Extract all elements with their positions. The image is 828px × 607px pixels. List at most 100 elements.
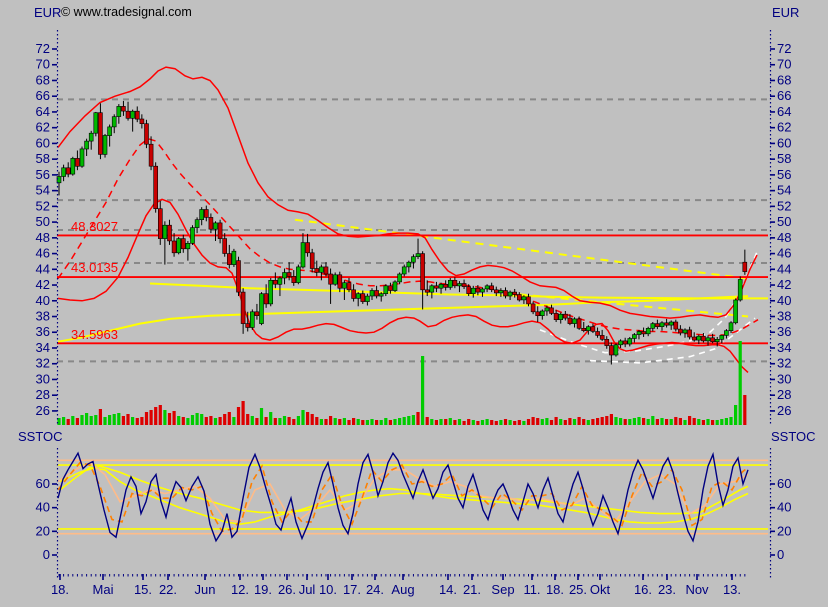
candle: [145, 124, 149, 145]
axis-label: 40: [777, 293, 791, 308]
volume-bar: [389, 420, 392, 425]
volume-bar: [711, 420, 714, 425]
candle: [301, 243, 305, 267]
axis-label: Nov: [685, 582, 709, 597]
volume-bar: [481, 420, 484, 425]
volume-bar: [637, 417, 640, 425]
volume-bar: [458, 419, 461, 425]
axis-label: 48: [36, 230, 50, 245]
volume-bar: [407, 416, 410, 425]
volume-bar: [366, 420, 369, 425]
candle: [678, 329, 682, 333]
candle: [471, 288, 475, 294]
axis-label: 23.: [658, 582, 676, 597]
volume-bar: [301, 410, 304, 425]
axis-label: 0: [777, 547, 784, 562]
volume-bar: [191, 415, 194, 425]
axis-label: 0: [43, 547, 50, 562]
axis-label: 58: [777, 151, 791, 166]
volume-bar: [522, 421, 525, 425]
candle: [458, 284, 462, 286]
price-level-label-2: 43.0135: [71, 261, 118, 274]
axis-label: 60: [36, 135, 50, 150]
indicator-label-right: SSTOC: [771, 430, 816, 443]
candle: [62, 168, 66, 177]
candle: [688, 330, 692, 337]
candle: [71, 158, 75, 174]
candle: [531, 304, 535, 312]
volume-bar: [260, 408, 263, 425]
candle: [218, 223, 222, 239]
volume-bar: [545, 418, 548, 425]
candle: [246, 324, 250, 328]
volume-bar: [219, 417, 222, 425]
candle: [508, 292, 512, 296]
volume-bar: [729, 417, 732, 425]
volume-bar: [163, 410, 166, 425]
volume-bar: [76, 418, 79, 425]
indicator-label-left: SSTOC: [18, 430, 63, 443]
candle: [306, 243, 310, 253]
axis-label: 12.: [231, 582, 249, 597]
candle: [425, 290, 429, 292]
volume-bar: [62, 417, 65, 425]
volume-bar: [628, 419, 631, 425]
candle: [550, 308, 554, 314]
y-axis-right: 2628303234363840424446485052545658606264…: [770, 30, 791, 578]
axis-label: 52: [36, 198, 50, 213]
volume-bar: [90, 416, 93, 425]
axis-label: 32: [36, 356, 50, 371]
axis-label: 20: [777, 523, 791, 538]
volume-bar: [463, 421, 466, 425]
axis-label: 50: [36, 214, 50, 229]
candle: [701, 336, 705, 341]
volume-bar: [435, 420, 438, 425]
axis-label: 58: [36, 151, 50, 166]
axis-label: 38: [36, 309, 50, 324]
volume-bar: [403, 417, 406, 425]
axis-label: 34: [777, 340, 791, 355]
candle: [191, 228, 195, 244]
volume-bar: [347, 420, 350, 425]
volume-bar: [145, 412, 148, 425]
volume-bar: [527, 419, 530, 425]
volume-bar: [352, 418, 355, 425]
candle: [706, 338, 710, 341]
candle: [177, 239, 181, 253]
candle: [260, 294, 264, 324]
volume-bar: [591, 419, 594, 425]
candle: [232, 251, 236, 264]
volume-bar: [71, 416, 74, 425]
axis-label: 70: [777, 57, 791, 72]
volume-bar: [439, 419, 442, 425]
volume-bar: [504, 419, 507, 425]
candle: [379, 294, 383, 296]
volume-bar: [237, 407, 240, 425]
candle: [655, 324, 659, 327]
volume-bar: [416, 412, 419, 425]
candle: [388, 286, 392, 291]
candle: [264, 294, 268, 304]
red-horizontal-levels: [57, 235, 768, 343]
volume-bar: [274, 418, 277, 425]
volume-bar: [228, 412, 231, 425]
volume-bar: [509, 420, 512, 425]
candle: [642, 332, 646, 334]
volume-bar: [196, 413, 199, 425]
volume-bar: [223, 414, 226, 425]
candle: [223, 239, 227, 254]
candle: [711, 338, 715, 342]
axis-label: 36: [36, 324, 50, 339]
price-level-label-1: 48.3027: [71, 220, 118, 233]
candle: [370, 291, 374, 297]
candle: [540, 311, 544, 316]
volume-bar: [568, 418, 571, 425]
candle: [683, 330, 687, 333]
axis-label: 30: [36, 371, 50, 386]
axis-label: 66: [36, 88, 50, 103]
volume-bar: [80, 415, 83, 425]
axis-label: 62: [36, 120, 50, 135]
axis-label: 60: [777, 476, 791, 491]
candle: [94, 113, 98, 134]
volume-bar: [555, 417, 558, 425]
